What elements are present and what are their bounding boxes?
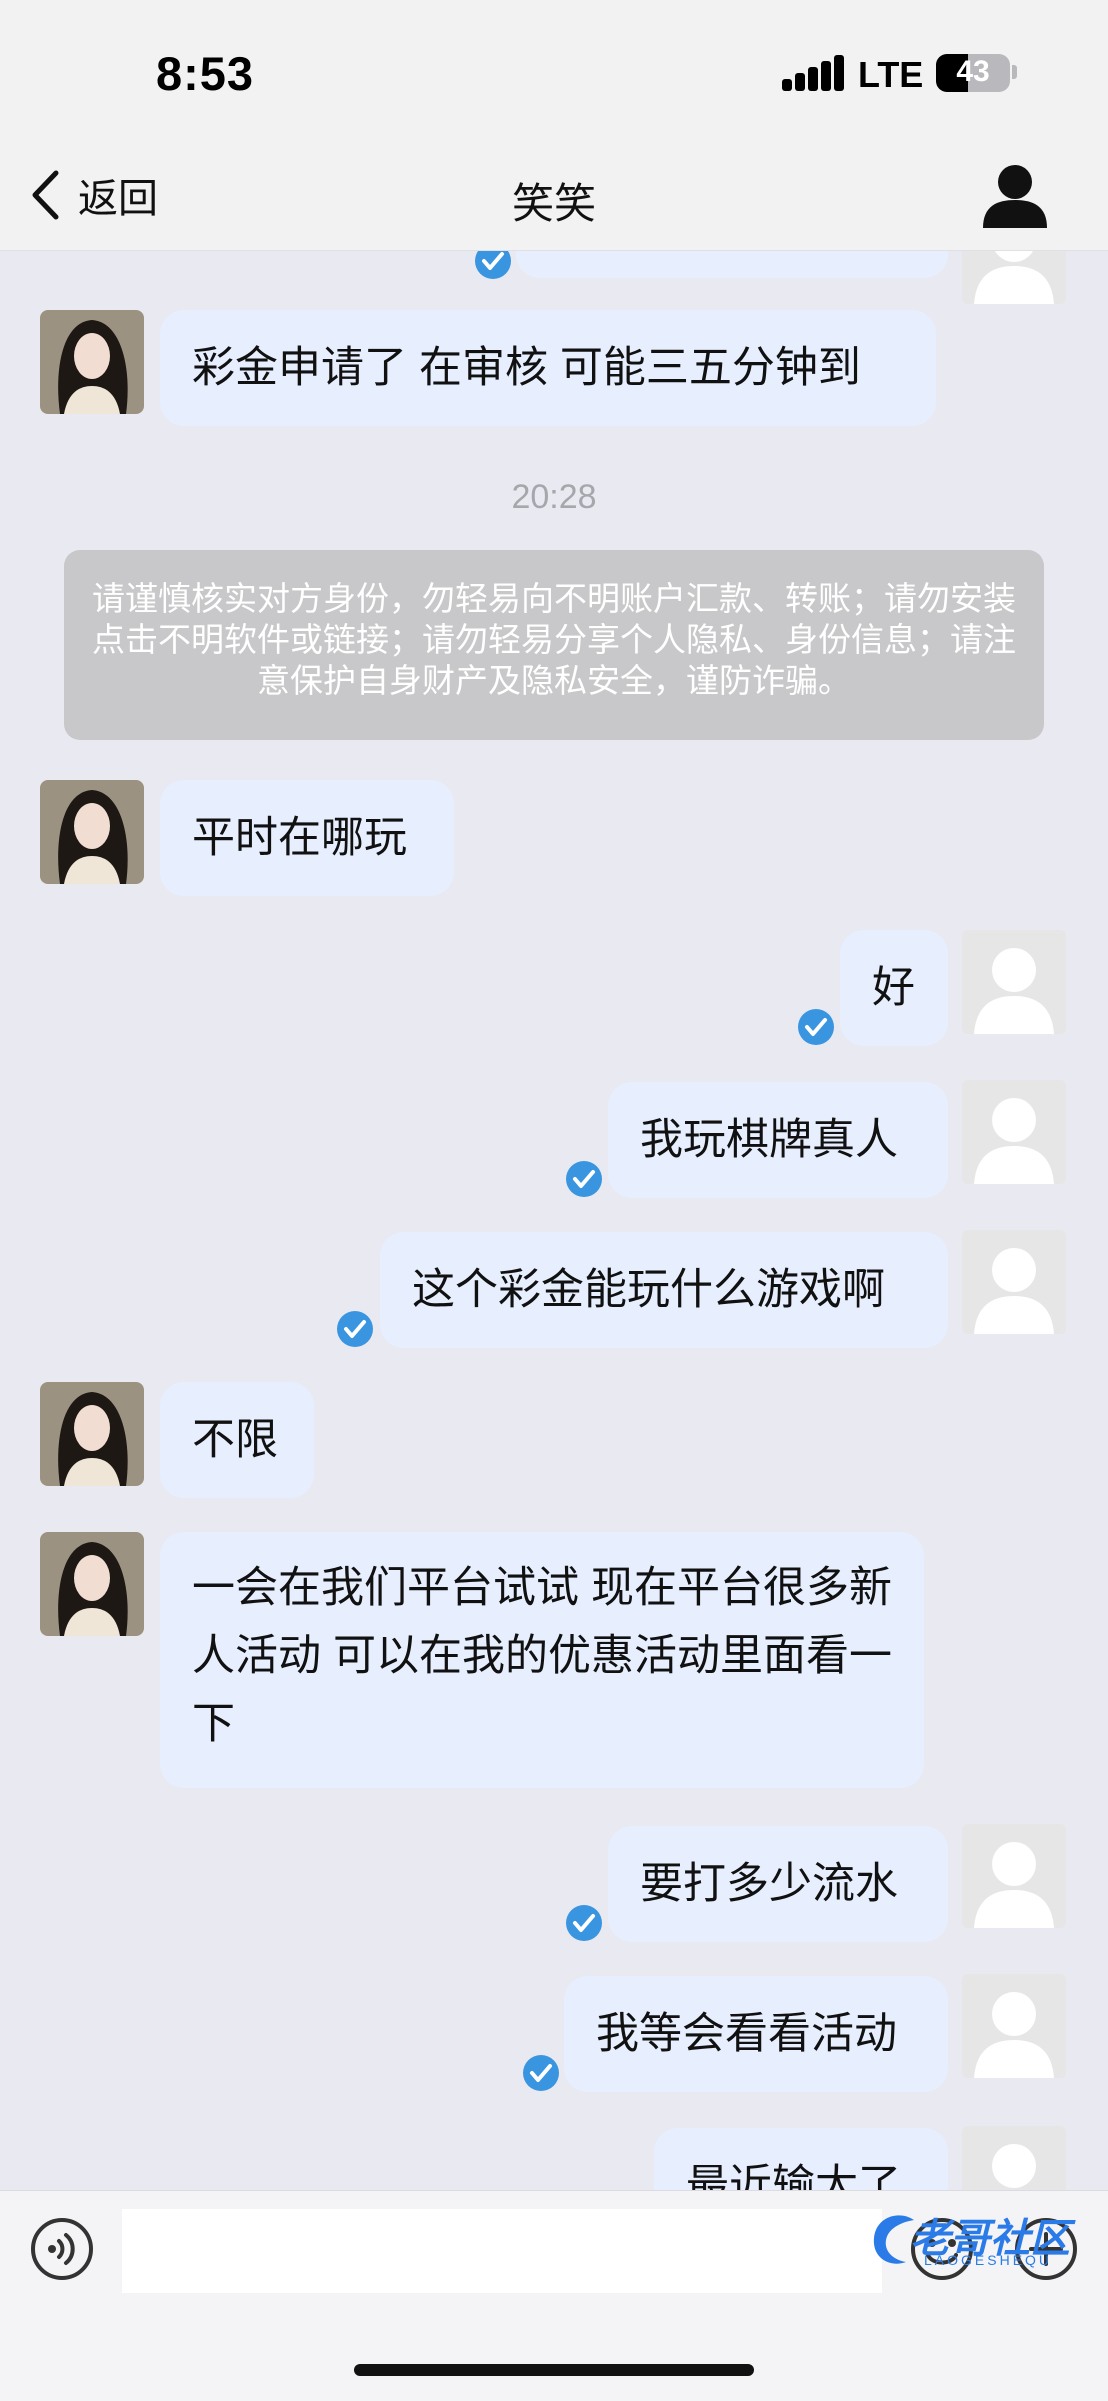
message-bubble: 不限 bbox=[160, 1382, 314, 1498]
battery-percent: 43 bbox=[956, 55, 990, 88]
contact-avatar[interactable] bbox=[40, 310, 144, 414]
my-avatar[interactable] bbox=[962, 1080, 1066, 1184]
check-circle-icon bbox=[566, 1161, 602, 1197]
message-bubble: 要打多少流水 bbox=[608, 1826, 948, 1942]
signal-icon bbox=[782, 55, 844, 91]
security-notice: 请谨慎核实对方身份，勿轻易向不明账户汇款、转账；请勿安装点击不明软件或链接；请勿… bbox=[64, 550, 1044, 740]
profile-button[interactable] bbox=[980, 160, 1050, 230]
my-avatar[interactable] bbox=[962, 1230, 1066, 1334]
message-bubble: 彩金申请了 在审核 可能三五分钟到 bbox=[160, 310, 936, 426]
my-avatar[interactable] bbox=[962, 930, 1066, 1034]
check-circle-icon bbox=[566, 1905, 602, 1941]
contact-avatar[interactable] bbox=[40, 1382, 144, 1486]
voice-icon bbox=[31, 2218, 93, 2280]
chat-title: 笑笑 bbox=[511, 180, 596, 227]
home-indicator[interactable] bbox=[354, 2364, 754, 2376]
battery-tip bbox=[1012, 65, 1017, 79]
chat-area[interactable]: 彩金申请了 在审核 可能三五分钟到 20:28 请谨慎核实对方身份，勿轻易向不明… bbox=[0, 250, 1108, 2190]
my-avatar[interactable] bbox=[962, 2126, 1066, 2190]
my-avatar[interactable] bbox=[962, 1974, 1066, 2078]
contact-avatar[interactable] bbox=[40, 780, 144, 884]
check-circle-icon bbox=[523, 2055, 559, 2091]
check-circle-icon bbox=[798, 1009, 834, 1045]
watermark-logo: 老哥社区 LAOGESHEQU bbox=[870, 2206, 1090, 2276]
message-bubble: 我玩棋牌真人 bbox=[608, 1082, 948, 1198]
status-bar: 8:53 LTE 43 bbox=[0, 0, 1108, 140]
status-time: 8:53 bbox=[156, 47, 255, 100]
contact-avatar[interactable] bbox=[40, 1532, 144, 1636]
person-icon bbox=[983, 165, 1047, 228]
nav-bar: 返回 笑笑 bbox=[0, 140, 1108, 251]
voice-button[interactable] bbox=[30, 2217, 94, 2281]
message-bubble: 这个彩金能玩什么游戏啊 bbox=[380, 1232, 948, 1348]
message-bubble: 最近输太了 bbox=[654, 2128, 948, 2190]
message-bubble: 好 bbox=[840, 930, 948, 1046]
message-input[interactable] bbox=[122, 2209, 882, 2293]
battery-icon: 43 bbox=[936, 54, 1010, 92]
message-bubble-clipped bbox=[516, 250, 948, 278]
message-bubble: 平时在哪玩 bbox=[160, 780, 454, 896]
watermark-subtext: LAOGESHEQU bbox=[924, 2252, 1053, 2268]
timestamp: 20:28 bbox=[511, 478, 597, 516]
check-circle-icon bbox=[337, 1311, 373, 1347]
network-type: LTE bbox=[858, 54, 924, 95]
message-bubble: 我等会看看活动 bbox=[564, 1976, 948, 2092]
my-avatar[interactable] bbox=[962, 1824, 1066, 1928]
my-avatar[interactable] bbox=[962, 250, 1066, 304]
check-circle-icon bbox=[475, 250, 511, 279]
message-bubble: 一会在我们平台试试 现在平台很多新人活动 可以在我的优惠活动里面看一下 bbox=[160, 1532, 924, 1788]
